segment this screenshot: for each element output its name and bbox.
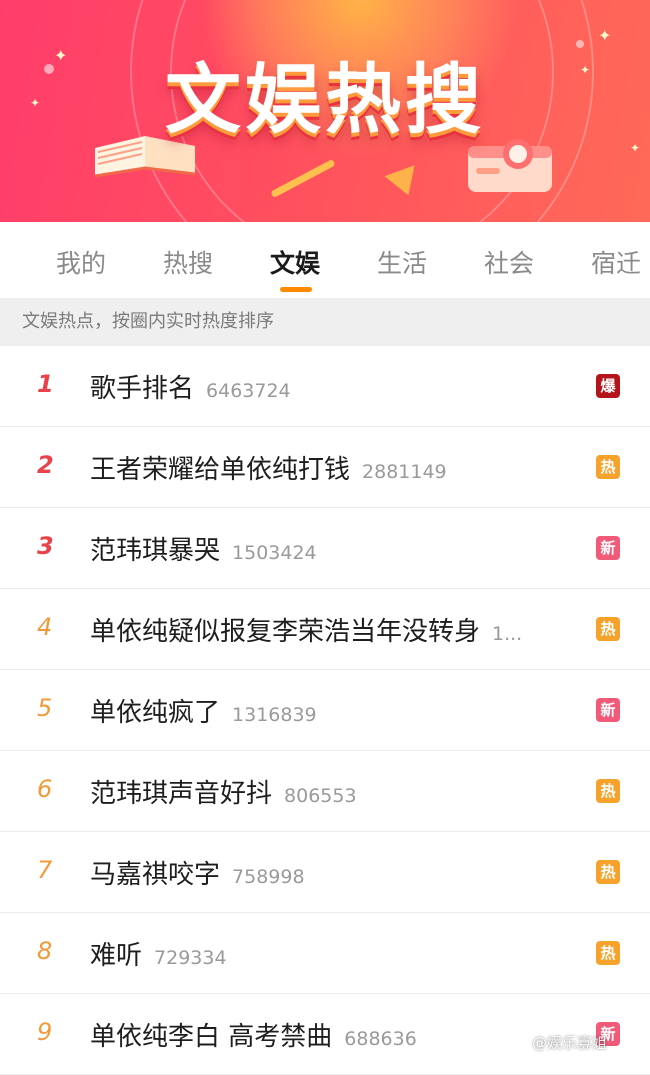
hot-badge: 热	[596, 455, 620, 479]
banner: ✦ ✦ ✦ ✦ ✦ ✦ 文娱热搜	[0, 0, 650, 222]
rank-number: 2	[37, 451, 54, 479]
hot-badge: 热	[596, 617, 620, 641]
rank-number: 7	[37, 856, 53, 884]
hot-search-list: 1 歌手排名 6463724 爆 2 王者荣耀给单依纯打钱 2881149 热 3 …	[0, 346, 650, 1075]
item-title: 歌手排名 6463724	[90, 374, 291, 404]
heat-count: 1316839	[232, 704, 317, 726]
watermark: @娱乐寡姐	[532, 1034, 608, 1052]
item-title: 单依纯疯了 1316839	[90, 698, 317, 728]
info-text: 文娱热点，按圈内实时热度排序	[22, 311, 274, 332]
active-tab-indicator	[280, 287, 312, 292]
list-item[interactable]: 7 马嘉祺咬字 758998 热	[0, 832, 650, 913]
tab-entertainment[interactable]: 文娱	[270, 244, 320, 280]
rank-number: 4	[37, 613, 53, 641]
new-badge: 新	[596, 536, 620, 560]
hot-badge: 爆	[596, 374, 620, 398]
rank-number: 3	[37, 532, 54, 560]
heat-count: 729334	[154, 947, 227, 969]
hot-badge: 热	[596, 779, 620, 803]
info-bar: 文娱热点，按圈内实时热度排序	[0, 298, 650, 346]
heat-count: 1...	[492, 623, 523, 645]
item-title: 王者荣耀给单依纯打钱 2881149	[90, 455, 447, 485]
list-item[interactable]: 6 范玮琪声音好抖 806553 热	[0, 751, 650, 832]
banner-title: 文娱热搜	[165, 55, 485, 144]
heat-count: 758998	[232, 866, 305, 888]
heat-count: 1503424	[232, 542, 317, 564]
list-item[interactable]: 1 歌手排名 6463724 爆	[0, 346, 650, 427]
tab-mine[interactable]: 我的	[56, 244, 106, 280]
item-title: 马嘉祺咬字 758998	[90, 860, 305, 890]
hot-badge: 热	[596, 860, 620, 884]
rank-number: 1	[37, 370, 54, 398]
rank-number: 6	[37, 775, 53, 803]
list-item[interactable]: 8 难听 729334 热	[0, 913, 650, 994]
item-title: 单依纯李白 高考禁曲 688636	[90, 1022, 417, 1052]
heat-count: 2881149	[362, 461, 447, 483]
tab-hot-search[interactable]: 热搜	[163, 244, 213, 280]
item-title: 难听 729334	[90, 941, 227, 971]
list-item[interactable]: 5 单依纯疯了 1316839 新	[0, 670, 650, 751]
tab-life[interactable]: 生活	[377, 244, 427, 280]
hot-badge: 热	[596, 941, 620, 965]
heat-count: 6463724	[206, 380, 291, 402]
rank-number: 9	[37, 1018, 53, 1046]
list-item[interactable]: 4 单依纯疑似报复李荣浩当年没转身 1... 热	[0, 589, 650, 670]
tab-society[interactable]: 社会	[484, 244, 534, 280]
item-title: 范玮琪暴哭 1503424	[90, 536, 317, 566]
heat-count: 806553	[284, 785, 357, 807]
heat-count: 688636	[344, 1028, 417, 1050]
rank-number: 5	[37, 694, 53, 722]
tab-suqian[interactable]: 宿迁	[591, 244, 641, 280]
item-title: 范玮琪声音好抖 806553	[90, 779, 357, 809]
new-badge: 新	[596, 698, 620, 722]
list-item[interactable]: 3 范玮琪暴哭 1503424 新	[0, 508, 650, 589]
list-item[interactable]: 2 王者荣耀给单依纯打钱 2881149 热	[0, 427, 650, 508]
rank-number: 8	[37, 937, 53, 965]
tab-bar: 我的 热搜 文娱 生活 社会 宿迁	[0, 222, 650, 298]
item-title: 单依纯疑似报复李荣浩当年没转身 1...	[90, 617, 523, 647]
